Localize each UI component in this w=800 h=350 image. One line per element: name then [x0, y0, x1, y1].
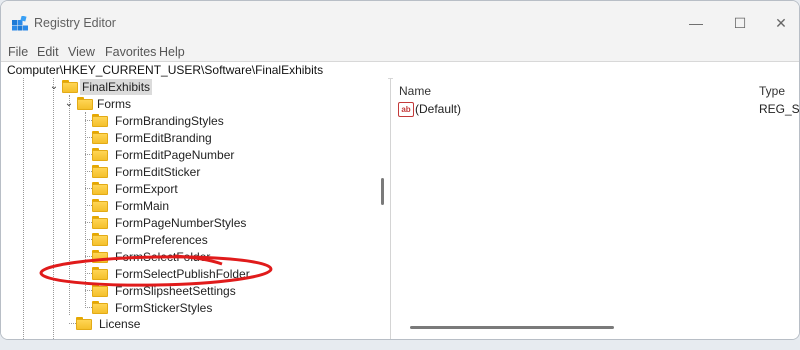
folder-icon: [77, 97, 93, 110]
column-header-name[interactable]: Name: [399, 84, 431, 98]
values-hscrollbar-thumb[interactable]: [410, 326, 614, 329]
values-pane[interactable]: Name Type ab (Default) REG_S: [393, 78, 799, 339]
key-tree-pane[interactable]: ⌄ FinalExhibits ⌄ Forms FormBrandingStyl…: [1, 78, 388, 339]
tree-item-formbrandingstyles[interactable]: FormBrandingStyles: [85, 112, 226, 129]
tree-item-label: FinalExhibits: [80, 78, 153, 95]
string-value-icon: ab: [398, 101, 414, 117]
menu-bar: File Edit View Favorites Help: [1, 43, 799, 61]
chevron-down-icon[interactable]: ⌄: [49, 81, 59, 92]
tree-scrollbar-thumb[interactable]: [381, 178, 384, 205]
folder-icon: [92, 267, 108, 280]
tree-item-formeditbranding[interactable]: FormEditBranding: [85, 129, 214, 146]
tree-guide-line: [23, 78, 24, 339]
folder-icon: [92, 216, 108, 229]
tree-guide-line: [85, 112, 86, 308]
tree-branch: [85, 171, 92, 172]
folder-icon: [92, 131, 108, 144]
tree-item-finalexhibits[interactable]: ⌄ FinalExhibits: [49, 78, 153, 95]
tree-item-label: FormExport: [115, 181, 178, 196]
folder-icon: [92, 250, 108, 263]
folder-icon: [92, 284, 108, 297]
tree-item-formexport[interactable]: FormExport: [85, 180, 180, 197]
registry-editor-window: Registry Editor — ☐ ✕ File Edit View Fav…: [0, 0, 800, 340]
tree-item-label: FormEditBranding: [115, 130, 212, 145]
minimize-icon: —: [689, 15, 703, 31]
tree-item-label: Forms: [97, 96, 131, 111]
folder-icon: [62, 80, 78, 93]
tree-branch: [85, 239, 92, 240]
folder-icon: [92, 165, 108, 178]
tree-guide-line: [69, 95, 70, 315]
maximize-icon: ☐: [733, 14, 747, 31]
tree-item-license[interactable]: License: [69, 315, 142, 332]
registry-editor-app-icon: [12, 16, 28, 31]
folder-icon: [92, 199, 108, 212]
tree-branch: [85, 137, 92, 138]
tree-guide-line: [53, 78, 54, 339]
tree-item-formpagenumberstyles[interactable]: FormPageNumberStyles: [85, 214, 248, 231]
tree-item-formpreferences[interactable]: FormPreferences: [85, 231, 210, 248]
tree-item-formeditpagenumber[interactable]: FormEditPageNumber: [85, 146, 236, 163]
close-button[interactable]: ✕: [766, 12, 796, 34]
tree-item-label: FormSlipsheetSettings: [115, 283, 236, 298]
address-path[interactable]: Computer\HKEY_CURRENT_USER\Software\Fina…: [7, 62, 323, 78]
tree-branch: [85, 188, 92, 189]
folder-icon: [92, 114, 108, 127]
tree-item-label: FormStickerStyles: [115, 300, 213, 315]
folder-icon: [92, 182, 108, 195]
column-header-type[interactable]: Type: [759, 84, 785, 98]
close-icon: ✕: [775, 14, 787, 31]
menu-favorites[interactable]: Favorites: [105, 43, 156, 61]
tree-item-formmain[interactable]: FormMain: [85, 197, 171, 214]
tree-branch: [85, 154, 92, 155]
folder-icon: [92, 148, 108, 161]
tree-branch: [85, 307, 92, 308]
tree-item-label: FormMain: [115, 198, 170, 213]
folder-icon: [76, 317, 92, 330]
menu-file[interactable]: File: [8, 43, 28, 61]
folder-icon: [92, 301, 108, 314]
tree-item-formselectpublishfolder[interactable]: FormSelectPublishFolder: [85, 265, 252, 282]
tree-item-formselectfolder[interactable]: FormSelectFolder: [85, 248, 212, 265]
tree-branch: [85, 290, 92, 291]
value-name: (Default): [415, 102, 462, 116]
tree-item-forms[interactable]: ⌄ Forms: [64, 95, 133, 112]
tree-item-label: FormPreferences: [115, 232, 208, 247]
tree-branch: [85, 256, 92, 257]
pane-splitter[interactable]: [390, 78, 391, 339]
tree-item-label: FormBrandingStyles: [115, 113, 224, 128]
address-bar[interactable]: Computer\HKEY_CURRENT_USER\Software\Fina…: [1, 61, 799, 79]
window-title: Registry Editor: [34, 16, 116, 30]
value-row-default[interactable]: ab (Default) REG_S: [393, 101, 799, 117]
chevron-down-icon[interactable]: ⌄: [64, 98, 74, 109]
minimize-button[interactable]: —: [681, 12, 711, 34]
value-type: REG_S: [759, 102, 800, 116]
tree-item-label: FormSelectFolder: [115, 249, 211, 264]
tree-item-formstickerstyles[interactable]: FormStickerStyles: [85, 299, 214, 316]
tree-branch: [69, 323, 76, 324]
tree-branch: [85, 205, 92, 206]
tree-item-formeditsticker[interactable]: FormEditSticker: [85, 163, 202, 180]
folder-icon: [92, 233, 108, 246]
tree-branch: [85, 120, 92, 121]
tree-item-formslipsheetsettings[interactable]: FormSlipsheetSettings: [85, 282, 238, 299]
tree-item-label: FormSelectPublishFolder: [115, 266, 250, 281]
tree-item-label: FormEditPageNumber: [115, 147, 235, 162]
title-bar[interactable]: Registry Editor — ☐ ✕: [1, 1, 799, 43]
menu-edit[interactable]: Edit: [37, 43, 59, 61]
tree-branch: [85, 222, 92, 223]
tree-item-label: FormPageNumberStyles: [115, 215, 247, 230]
maximize-button[interactable]: ☐: [725, 12, 755, 34]
tree-item-label: FormEditSticker: [115, 164, 201, 179]
menu-view[interactable]: View: [68, 43, 95, 61]
tree-item-label: License: [99, 316, 141, 331]
menu-help[interactable]: Help: [159, 43, 185, 61]
tree-branch: [85, 273, 92, 274]
